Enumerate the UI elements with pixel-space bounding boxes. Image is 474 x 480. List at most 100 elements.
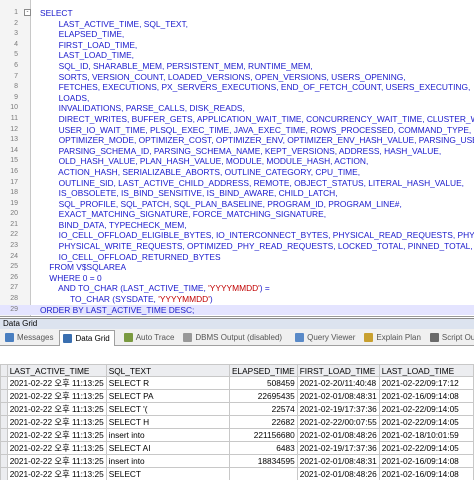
table-cell[interactable]: 2021-02-22 오후 11:13:25 [6,376,107,390]
table-cell[interactable] [228,467,298,480]
table-cell[interactable]: SELECT [105,467,230,480]
code-line[interactable]: 3 ELAPSED_TIME, [0,29,474,40]
table-cell[interactable]: 22682 [228,415,298,429]
table-cell[interactable]: 2021-02-22 오후 11:13:25 [6,402,107,416]
tab-dbms-output-disabled[interactable]: DBMS Output (disabled) [180,330,286,345]
code-line[interactable]: 12 USER_IO_WAIT_TIME, PLSQL_EXEC_TIME, J… [0,125,474,136]
row-indicator[interactable] [0,467,8,480]
code-line[interactable]: 18 IS_OBSOLETE, IS_BIND_SENSITIVE, IS_BI… [0,188,474,199]
table-cell[interactable]: 2021-02-22 오후 11:13:25 [6,467,107,480]
code-line[interactable]: 16 ACTION_HASH, SERIALIZABLE_ABORTS, OUT… [0,167,474,178]
table-cell[interactable]: 2021-02-22 오후 11:13:25 [6,441,107,455]
table-cell[interactable]: SELECT '( [105,402,230,416]
code-line[interactable]: 2 LAST_ACTIVE_TIME, SQL_TEXT, [0,19,474,30]
row-indicator[interactable] [0,428,8,442]
table-cell[interactable]: 2021-02-01/08:48:31 [296,389,380,403]
column-header-sql-text[interactable]: SQL_TEXT [105,364,230,377]
table-cell[interactable]: 2021-02-19/17:37:36 [296,441,380,455]
code-line[interactable]: 20 EXACT_MATCHING_SIGNATURE, FORCE_MATCH… [0,209,474,220]
code-line[interactable]: 13 OPTIMIZER_MODE, OPTIMIZER_COST, OPTIM… [0,135,474,146]
table-cell[interactable]: 2021-02-01/08:48:26 [296,467,380,480]
code-line[interactable]: 29 ORDER BY LAST_ACTIVE_TIME DESC; [0,304,474,316]
column-header-elapsed-time[interactable]: ELAPSED_TIME [228,364,298,377]
table-cell[interactable]: 2021-02-16/09:14:08 [378,467,474,480]
code-line[interactable]: 10 INVALIDATIONS, PARSE_CALLS, DISK_READ… [0,103,474,114]
tab-messages[interactable]: Messages [2,330,57,345]
table-cell[interactable]: 2021-02-16/09:14:08 [378,454,474,468]
code-line[interactable]: 15 OLD_HASH_VALUE, PLAN_HASH_VALUE, MODU… [0,156,474,167]
table-row[interactable]: 2021-02-22 오후 11:13:25 SELECT AI 6483 2021-… [0,441,474,455]
table-cell[interactable]: 2021-02-01/08:48:26 [296,428,380,442]
code-line[interactable]: 11 DIRECT_WRITES, BUFFER_GETS, APPLICATI… [0,114,474,125]
sql-editor[interactable]: 1- SELECT 2 LAST_ACTIVE_TIME, SQL_TEXT, 3 E… [0,0,474,317]
column-header-first-load-time[interactable]: FIRST_LOAD_TIME [296,364,380,377]
table-cell[interactable]: insert into [105,454,230,468]
code-line[interactable]: 26 WHERE 0 = 0 [0,273,474,284]
code-line[interactable]: 24 IO_CELL_OFFLOAD_RETURNED_BYTES [0,252,474,263]
code-line[interactable]: 8 FETCHES, EXECUTIONS, PX_SERVERS_EXECUT… [0,82,474,93]
code-line[interactable]: 19 SQL_PROFILE, SQL_PATCH, SQL_PLAN_BASE… [0,199,474,210]
row-indicator[interactable] [0,402,8,416]
table-cell[interactable]: 2021-02-01/08:48:31 [296,454,380,468]
column-header-last-active-time[interactable]: LAST_ACTIVE_TIME [6,364,107,377]
table-cell[interactable]: 2021-02-18/10:01:59 [378,428,474,442]
table-cell[interactable]: 2021-02-22/09:14:05 [378,415,474,429]
code-line[interactable]: 28 TO_CHAR (SYSDATE, 'YYYYMMDD') [0,294,474,305]
code-line[interactable]: 4 FIRST_LOAD_TIME, [0,40,474,51]
row-indicator[interactable] [0,441,8,455]
table-cell[interactable]: 6483 [228,441,298,455]
table-row[interactable]: 2021-02-22 오후 11:13:25 SELECT H 22682 2021-… [0,415,474,429]
table-cell[interactable]: 2021-02-22 오후 11:13:25 [6,389,107,403]
code-line[interactable]: 1- SELECT [0,8,474,19]
table-cell[interactable]: 2021-02-22/09:17:12 [378,376,474,390]
code-line[interactable]: 9 LOADS, [0,93,474,104]
tab-data-grid[interactable]: Data Grid [59,329,115,346]
code-line[interactable]: 27 AND TO_CHAR (LAST_ACTIVE_TIME, 'YYYYM… [0,283,474,294]
table-cell[interactable]: 508459 [228,376,298,390]
table-cell[interactable]: 18834595 [228,454,298,468]
table-cell[interactable]: 2021-02-22 오후 11:13:25 [6,415,107,429]
table-row[interactable]: 2021-02-22 오후 11:13:25 SELECT R 508459 2021… [0,376,474,390]
code-line[interactable]: 7 SORTS, VERSION_COUNT, LOADED_VERSIONS,… [0,72,474,83]
row-indicator[interactable] [0,389,8,403]
data-grid[interactable]: LAST_ACTIVE_TIME SQL_TEXT ELAPSED_TIME FIRS… [0,346,474,480]
table-row[interactable]: 2021-02-22 오후 11:13:25 SELECT '(22574 2021… [0,402,474,416]
code-line[interactable]: 23 PHYSICAL_WRITE_REQUESTS, OPTIMIZED_PH… [0,241,474,252]
table-row[interactable]: 2021-02-22 오후 11:13:25 SELECT 2021-02-01/0… [0,467,474,480]
tab-script-output[interactable]: Script Output [427,330,474,345]
sql-code[interactable]: 1- SELECT 2 LAST_ACTIVE_TIME, SQL_TEXT, 3 E… [0,8,474,316]
table-cell[interactable]: 221156680 [228,428,298,442]
table-cell[interactable]: insert into [105,428,230,442]
table-cell[interactable]: 2021-02-22/09:14:05 [378,441,474,455]
code-line[interactable]: 17 OUTLINE_SID, LAST_ACTIVE_CHILD_ADDRES… [0,178,474,189]
table-cell[interactable]: SELECT PA [105,389,230,403]
table-row[interactable]: 2021-02-22 오후 11:13:25 SELECT PA 22695435 2… [0,389,474,403]
table-cell[interactable]: 2021-02-19/17:37:36 [296,402,380,416]
code-line[interactable]: 5 LAST_LOAD_TIME, [0,50,474,61]
code-line[interactable]: 25 FROM V$SQLAREA [0,262,474,273]
table-cell[interactable]: 22695435 [228,389,298,403]
tab-auto-trace[interactable]: Auto Trace [121,330,179,345]
table-cell[interactable]: 2021-02-22 오후 11:13:25 [6,428,107,442]
code-line[interactable]: 22 IO_CELL_OFFLOAD_ELIGIBLE_BYTES, IO_IN… [0,230,474,241]
table-cell[interactable]: SELECT AI [105,441,230,455]
table-cell[interactable]: 2021-02-16/09:14:08 [378,389,474,403]
table-cell[interactable]: 2021-02-22/00:07:55 [296,415,380,429]
table-cell[interactable]: SELECT H [105,415,230,429]
table-row[interactable]: 2021-02-22 오후 11:13:25 insert into 1883459… [0,454,474,468]
column-header-last-load-time[interactable]: LAST_LOAD_TIME [378,364,474,377]
table-cell[interactable]: 2021-02-20/11:40:48 [296,376,380,390]
table-cell[interactable]: SELECT R [105,376,230,390]
code-line[interactable]: 21 BIND_DATA, TYPECHECK_MEM, [0,220,474,231]
table-row[interactable]: 2021-02-22 오후 11:13:25 insert into 2211566… [0,428,474,442]
code-line[interactable]: 14 PARSING_SCHEMA_ID, PARSING_SCHEMA_NAM… [0,146,474,157]
row-indicator[interactable] [0,415,8,429]
tab-explain-plan[interactable]: Explain Plan [361,330,424,345]
row-indicator[interactable] [0,454,8,468]
table-cell[interactable]: 2021-02-22/09:14:05 [378,402,474,416]
fold-toggle-icon[interactable]: - [24,9,31,16]
table-cell[interactable]: 2021-02-22 오후 11:13:25 [6,454,107,468]
code-line[interactable]: 6 SQL_ID, SHARABLE_MEM, PERSISTENT_MEM, … [0,61,474,72]
table-cell[interactable]: 22574 [228,402,298,416]
tab-query-viewer[interactable]: Query Viewer [292,330,359,345]
